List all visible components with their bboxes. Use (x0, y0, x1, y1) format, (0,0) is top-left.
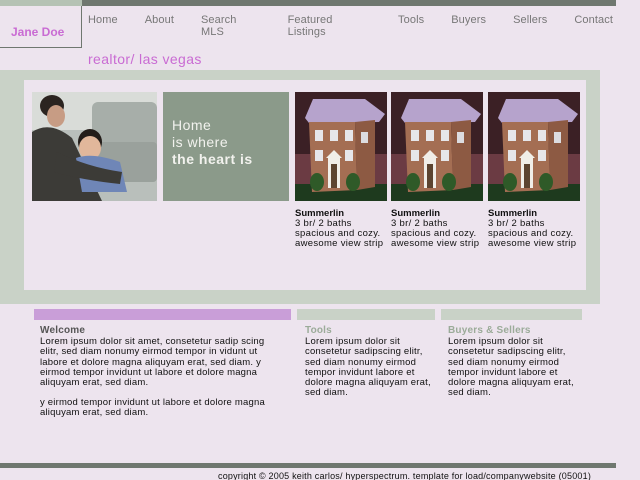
nav-search-mls[interactable]: Search MLS (201, 14, 261, 38)
family-photo-icon (32, 92, 157, 201)
welcome-heading: Welcome (40, 325, 86, 336)
quote-text: Home is where the heart is (172, 117, 253, 168)
welcome-text-2: y eirmod tempor invidunt ut labore et do… (40, 397, 265, 419)
footer-copyright: copyright © 2005 keith carlos/ hyperspec… (218, 471, 592, 480)
quote-line-1: Home (172, 117, 212, 133)
listing-card[interactable]: Summerlin 3 br/ 2 baths spacious and coz… (488, 92, 580, 250)
listing-description: 3 br/ 2 baths spacious and cozy. awesome… (488, 218, 577, 250)
tools-heading[interactable]: Tools (305, 325, 435, 336)
tools-column: Tools Lorem ipsum dolor sit consetetur s… (305, 325, 435, 399)
footer-bar (0, 463, 616, 468)
buyers-bar (441, 309, 582, 320)
nav-buyers[interactable]: Buyers (451, 14, 486, 38)
buyers-sellers-heading[interactable]: Buyers & Sellers (448, 325, 578, 336)
tools-bar (297, 309, 435, 320)
buyers-sellers-text: Lorem ipsum dolor sit consetetur sadipsc… (448, 336, 574, 399)
house-icon (488, 92, 580, 201)
listing-card[interactable]: Summerlin 3 br/ 2 baths spacious and coz… (295, 92, 387, 250)
main-nav: Home About Search MLS Featured Listings … (88, 14, 640, 38)
welcome-column: Welcome Lorem ipsum dolor sit amet, cons… (40, 325, 285, 419)
listing-description: 3 br/ 2 baths spacious and cozy. awesome… (391, 218, 480, 250)
nav-tools[interactable]: Tools (398, 14, 424, 38)
nav-sellers[interactable]: Sellers (513, 14, 547, 38)
quote-line-3: the heart is (172, 151, 253, 167)
nav-contact[interactable]: Contact (574, 14, 613, 38)
listing-description: 3 br/ 2 baths spacious and cozy. awesome… (295, 218, 384, 250)
welcome-bar (34, 309, 291, 320)
quote-box: Home is where the heart is (163, 92, 289, 201)
house-icon (295, 92, 387, 201)
tools-text: Lorem ipsum dolor sit consetetur sadipsc… (305, 336, 431, 399)
nav-featured-listings[interactable]: Featured Listings (288, 14, 371, 38)
nav-home[interactable]: Home (88, 14, 118, 38)
quote-line-2: is where (172, 134, 229, 150)
house-icon (391, 92, 483, 201)
brand-name[interactable]: Jane Doe (11, 25, 64, 39)
welcome-text: Lorem ipsum dolor sit amet, consetetur s… (40, 336, 265, 389)
tagline: realtor/ las vegas (88, 51, 202, 67)
buyers-sellers-column: Buyers & Sellers Lorem ipsum dolor sit c… (448, 325, 578, 399)
mother-child-photo (32, 92, 157, 201)
top-bar-right (82, 0, 616, 6)
listing-card[interactable]: Summerlin 3 br/ 2 baths spacious and coz… (391, 92, 483, 250)
nav-about[interactable]: About (145, 14, 174, 38)
